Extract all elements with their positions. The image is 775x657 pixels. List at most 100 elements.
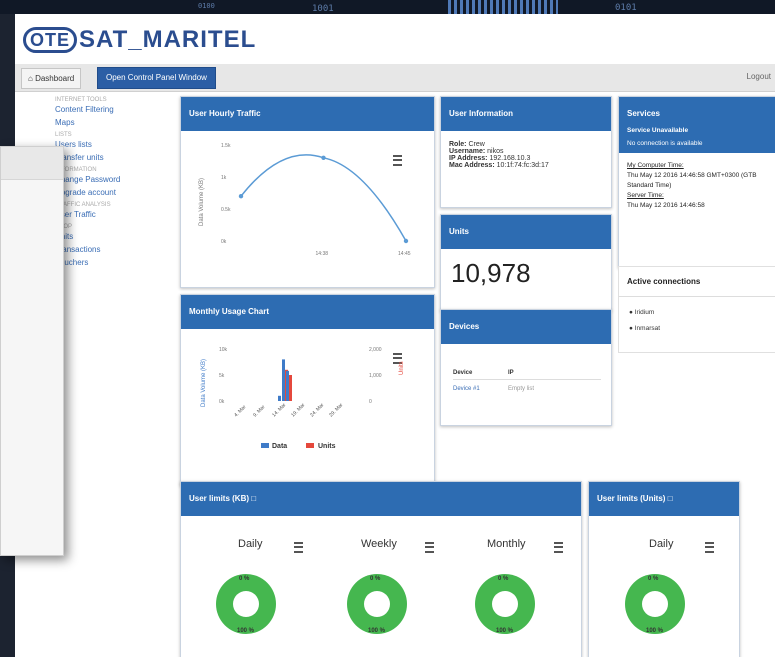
info-icon[interactable]: □ <box>251 494 256 503</box>
user-limits-kb-panel: User limits (KB) □ Daily 0 % 100 % Weekl… <box>180 481 582 657</box>
sidebar-item-user-traffic[interactable]: User Traffic <box>55 210 165 219</box>
control-panel-button[interactable]: Open Control Panel Window <box>97 67 216 89</box>
info-value: Crew <box>468 141 485 148</box>
x-tick-label: 14:38 <box>316 251 329 257</box>
panel-title: Monthly Usage Chart <box>181 295 434 329</box>
monthly-chart: Data Volume (KB) Units 10k 5k 0k 2,000 1,000… <box>201 347 405 450</box>
device-row[interactable]: Device #1 Empty list <box>453 386 534 392</box>
bar-data <box>286 370 289 401</box>
limit-title-monthly: Monthly <box>487 538 526 550</box>
binary-text: 1001 <box>312 4 334 14</box>
device-ip: Empty list <box>508 386 535 392</box>
x-tick-label: 19. Mar <box>290 402 306 418</box>
bar-units <box>289 375 292 401</box>
menu-icon[interactable] <box>294 542 303 553</box>
hourly-traffic-panel: User Hourly Traffic Data Volume (KB) 1.5… <box>180 96 435 288</box>
panel-title: Devices <box>441 310 611 344</box>
connection-label: Iridium <box>634 309 655 316</box>
app-header: OTE SAT_MARITEL <box>15 14 775 64</box>
legend-swatch-data <box>261 443 269 448</box>
binary-text: 0101 <box>615 3 637 13</box>
overlay-titlebar <box>1 147 63 180</box>
background-banner: 0100 1001 0101 <box>0 0 775 14</box>
donut-weekly <box>347 574 407 634</box>
x-tick-label: 9. Mar <box>252 404 266 418</box>
menu-icon[interactable] <box>705 542 714 553</box>
hourly-chart: Data Volume (KB) 1.5k 1k 0.5k 0k 14:38 14:45 <box>199 143 411 257</box>
sidebar-section: Lists <box>55 132 72 138</box>
units-panel: Units 10,978 <box>440 214 612 311</box>
service-note: No connection is available <box>627 140 703 147</box>
donut-bottom-label: 100 % <box>237 628 255 634</box>
panel-title: User limits (KB) □ <box>181 482 581 516</box>
sidebar-section: Traffic analysis <box>55 202 111 208</box>
x-tick-label: 29. Mar <box>328 402 344 418</box>
donut-top-label: 0 % <box>370 576 381 582</box>
logo[interactable]: OTE SAT_MARITEL <box>23 26 256 54</box>
navbar: ⌂ Dashboard Open Control Panel Window Lo… <box>15 64 775 92</box>
limit-title-daily: Daily <box>238 538 263 550</box>
x-tick-label: 24. Mar <box>309 402 325 418</box>
legend-swatch-units <box>306 443 314 448</box>
donut-daily-units <box>625 574 685 634</box>
y-tick-label: 0.5k <box>221 207 231 213</box>
sidebar-item-transactions[interactable]: Transactions <box>55 245 165 254</box>
sidebar-section: Information <box>55 167 97 173</box>
server-time-label: Server Time: <box>627 192 664 199</box>
panel-title: Services <box>619 97 775 131</box>
donut-bottom-label: 100 % <box>368 628 386 634</box>
logo-mark: OTE <box>23 27 78 53</box>
donut-bottom-label: 100 % <box>646 628 664 634</box>
info-value: 192.168.10.3 <box>489 155 531 162</box>
panel-title: User limits (Units) □ <box>589 482 739 516</box>
connection-list: ● Iridium ● Inmarsat <box>619 297 775 345</box>
dashboard-button[interactable]: ⌂ Dashboard <box>21 68 82 89</box>
units-value: 10,978 <box>451 258 531 288</box>
sidebar-item-transfer-units[interactable]: Transfer units <box>55 153 165 162</box>
axis-label: Units <box>399 361 405 375</box>
info-row-username: Username: nikos <box>449 148 603 155</box>
sidebar-item-change-password[interactable]: Change Password <box>55 175 165 184</box>
sidebar-item-content-filtering[interactable]: Content Filtering <box>55 105 165 114</box>
legend-units[interactable]: Units <box>318 443 336 450</box>
panel-title: Active connections <box>619 267 775 297</box>
menu-icon[interactable] <box>554 542 563 553</box>
menu-icon[interactable] <box>425 542 434 553</box>
sidebar-section: Internet tools <box>55 97 107 103</box>
donut-top-label: 0 % <box>498 576 509 582</box>
panel-title: Units <box>441 215 611 249</box>
x-tick-label: 14. Mar <box>271 402 287 418</box>
devices-panel: Devices Device IP Device #1 Empty list <box>440 309 612 426</box>
device-name: Device #1 <box>453 386 480 392</box>
logout-link[interactable]: Logout <box>747 72 771 81</box>
connection-label: Inmarsat <box>634 325 661 332</box>
bar-data <box>278 395 281 401</box>
x-tick-label: 4. Mar <box>233 404 247 418</box>
sidebar-item-vouchers[interactable]: Vouchers <box>55 258 165 267</box>
y2-tick-label: 1,000 <box>369 373 382 379</box>
service-status: Service Unavailable <box>627 127 689 134</box>
legend-data[interactable]: Data <box>272 443 287 450</box>
devices-table-header: Device IP <box>453 370 601 380</box>
sidebar-item-maps[interactable]: Maps <box>55 118 165 127</box>
data-point <box>321 155 326 160</box>
app-window: OTE SAT_MARITEL ⌂ Dashboard Open Control… <box>15 14 775 657</box>
circle-icon: ● <box>629 325 633 332</box>
connection-item[interactable]: ● Inmarsat <box>629 321 766 337</box>
connection-item[interactable]: ● Iridium <box>629 305 766 321</box>
info-row-role: Role: Crew <box>449 141 603 148</box>
panel-title-text: User limits (Units) <box>597 494 666 503</box>
col-ip: IP <box>508 370 514 376</box>
sidebar-item-upgrade-account[interactable]: Upgrade account <box>55 188 165 197</box>
sidebar-item-users-lists[interactable]: Users lists <box>55 140 165 149</box>
y-tick-label: 1.5k <box>221 143 231 149</box>
y-tick-label: 5k <box>219 373 225 379</box>
info-icon[interactable]: □ <box>668 494 673 503</box>
donut-monthly <box>475 574 535 634</box>
overlay-window <box>0 146 64 556</box>
data-point <box>403 238 409 244</box>
panel-title: User Information <box>441 97 611 131</box>
panel-title-text: User limits (KB) <box>189 494 250 503</box>
bar-data <box>282 359 285 401</box>
sidebar-item-units[interactable]: Units <box>55 232 165 241</box>
